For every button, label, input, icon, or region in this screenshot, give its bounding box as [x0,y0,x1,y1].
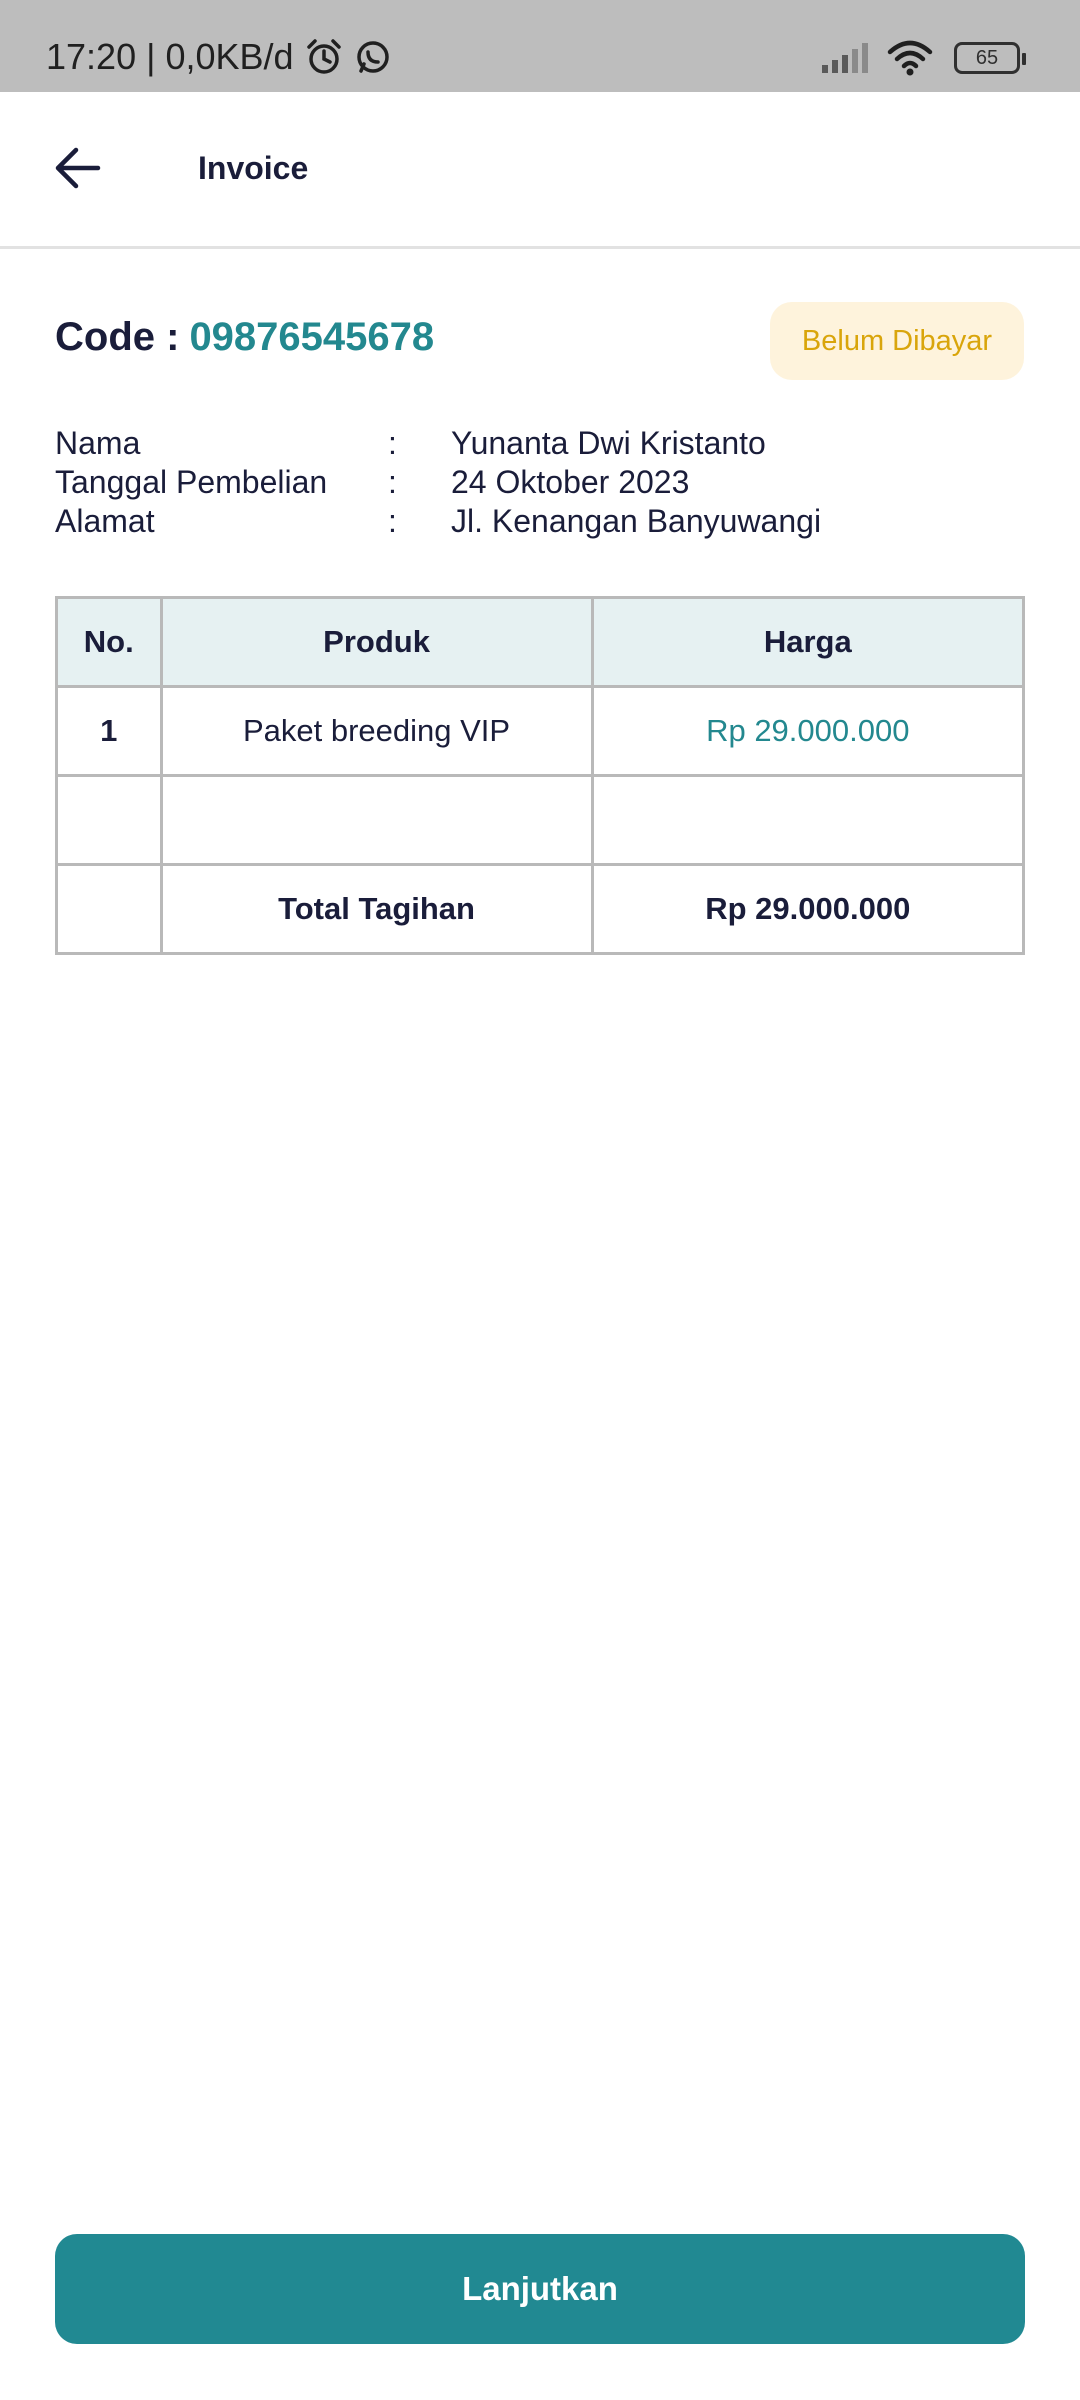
detail-colon: : [388,464,397,500]
status-time: 17:20 [46,36,137,77]
table-row: 1 Paket breeding VIP Rp 29.000.000 [55,685,1026,777]
detail-value: 24 Oktober 2023 [451,464,690,500]
code-label: Code : [55,315,180,359]
detail-row-name: Nama : Yunanta Dwi Kristanto [55,424,821,463]
signal-icon [822,43,868,73]
status-data-rate: 0,0KB/d [165,36,294,77]
empty-cell [159,774,594,866]
detail-colon: : [388,425,397,461]
table-header-row: No. Produk Harga [55,596,1026,688]
status-bar: 17:20 | 0,0KB/d 65 [0,0,1080,92]
code-value: 09876545678 [189,315,435,359]
invoice-details: Nama : Yunanta Dwi Kristanto Tanggal Pem… [55,424,821,541]
invoice-code: Code :09876545678 [55,315,434,360]
row-product: Paket breeding VIP [159,685,594,777]
app-bar: Invoice [0,92,1080,249]
invoice-table: No. Produk Harga 1 Paket breeding VIP Rp… [55,596,1026,955]
table-row-empty [55,774,1026,866]
detail-label: Alamat [55,503,155,539]
detail-row-address: Alamat : Jl. Kenangan Banyuwangi [55,502,821,541]
detail-label: Nama [55,425,141,461]
status-right: 65 [822,40,1026,76]
header-price: Harga [590,596,1026,688]
status-left: 17:20 | 0,0KB/d [46,36,392,78]
battery-icon: 65 [954,42,1026,74]
continue-button-label: Lanjutkan [462,2270,618,2307]
detail-value: Jl. Kenangan Banyuwangi [451,503,822,539]
detail-value: Yunanta Dwi Kristanto [451,425,766,461]
row-no: 1 [55,685,163,777]
alarm-icon [304,37,344,77]
empty-cell [55,863,163,955]
detail-colon: : [388,503,397,539]
empty-cell [55,774,163,866]
back-button[interactable] [50,140,106,196]
header-product: Produk [159,596,594,688]
continue-button[interactable]: Lanjutkan [55,2234,1025,2344]
status-badge: Belum Dibayar [770,302,1024,380]
total-label: Total Tagihan [159,863,594,955]
arrow-left-icon [55,147,101,189]
header-no: No. [55,596,163,688]
empty-cell [590,774,1026,866]
wifi-icon [886,40,934,76]
status-separator: | [146,36,156,77]
table-total-row: Total Tagihan Rp 29.000.000 [55,863,1026,955]
total-value: Rp 29.000.000 [590,863,1026,955]
detail-label: Tanggal Pembelian [55,464,328,500]
battery-level: 65 [975,46,999,69]
page-title: Invoice [198,150,309,186]
whatsapp-icon [354,38,392,76]
detail-row-date: Tanggal Pembelian : 24 Oktober 2023 [55,463,821,502]
row-price: Rp 29.000.000 [590,685,1026,777]
